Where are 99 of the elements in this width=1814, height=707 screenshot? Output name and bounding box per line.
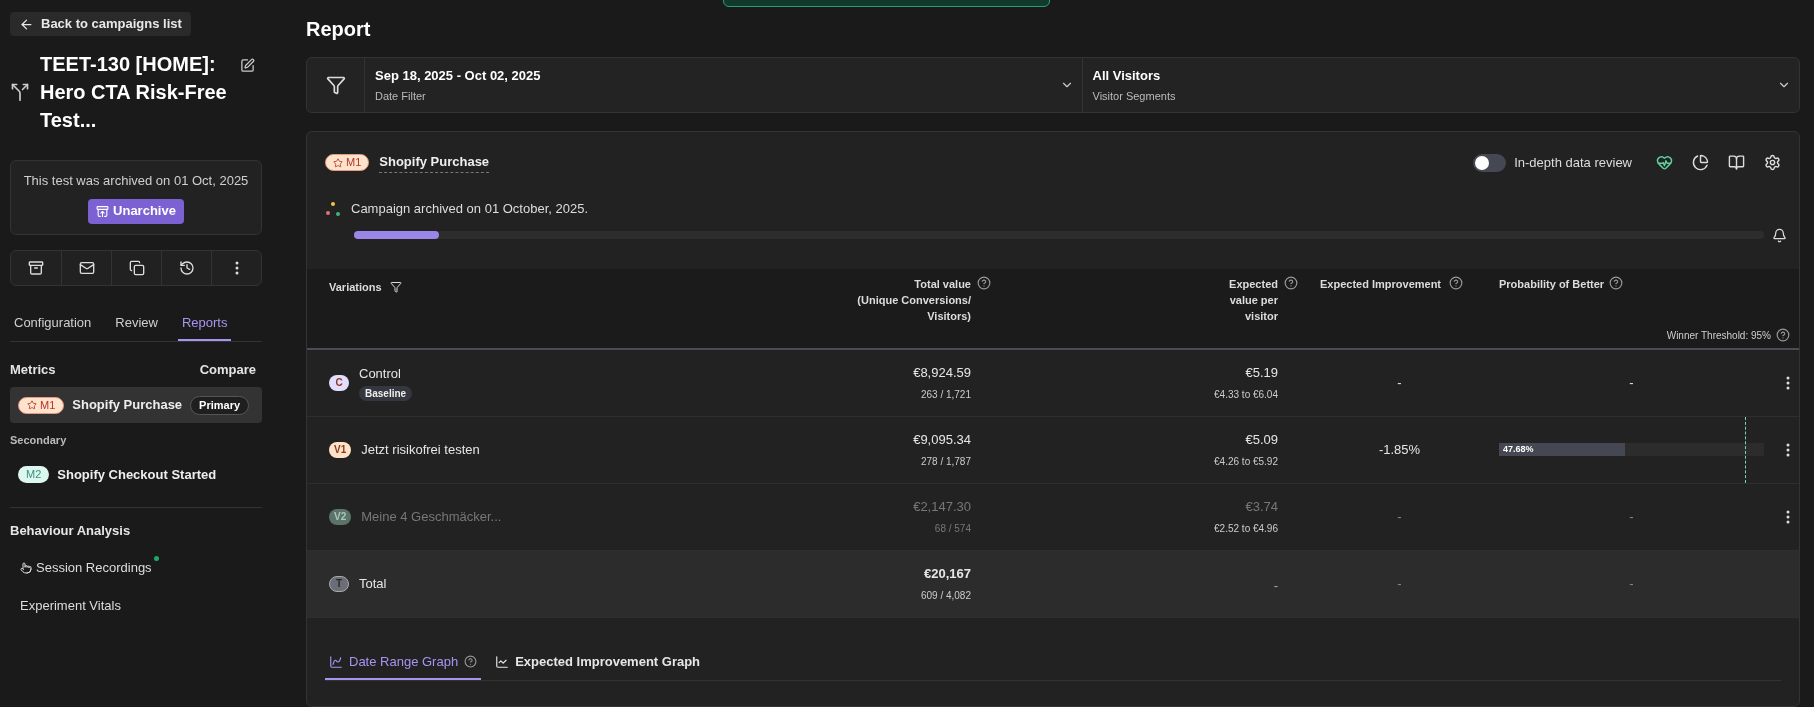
variation-badge: V1 (329, 441, 352, 458)
help-icon[interactable] (1284, 275, 1298, 290)
row-menu-button[interactable] (1785, 509, 1790, 524)
conversion-count: 609 / 4,082 (920, 588, 971, 603)
sidebar-link[interactable]: Experiment Vitals (20, 595, 121, 615)
tab[interactable]: Reports (177, 307, 232, 341)
expected-improvement: - (1397, 373, 1402, 392)
variation-badge: V2 (329, 508, 352, 525)
chart-icon (329, 654, 343, 669)
toggle-switch[interactable] (1473, 153, 1507, 172)
metric-badge: M2 (18, 466, 50, 483)
filter-dropdown[interactable]: Sep 18, 2025 - Oct 02, 2025 Date Filter (365, 58, 1082, 112)
help-icon[interactable] (1449, 275, 1464, 290)
help-icon (464, 655, 478, 668)
probability-fill: 47.68% (1499, 443, 1626, 456)
probability-value: - (1628, 507, 1635, 526)
sidebar-link[interactable]: Session Recordings (20, 558, 152, 578)
star-icon (27, 400, 37, 410)
row-menu-button[interactable] (1785, 442, 1790, 457)
metric-name: Shopify Purchase (379, 152, 490, 173)
secondary-heading: Secondary (10, 433, 67, 448)
unarchive-button[interactable]: Unarchive (88, 198, 184, 224)
metric-item[interactable]: M1 Shopify Purchase Primary (10, 387, 262, 423)
more-icon (1785, 509, 1790, 524)
unarchive-icon (96, 204, 110, 218)
more-icon (1785, 375, 1790, 390)
pie-chart-icon[interactable] (1692, 154, 1709, 171)
conversion-count: 278 / 1,787 (920, 454, 971, 469)
expected-improvement: -1.85% (1378, 440, 1421, 459)
dots-icon (325, 200, 341, 217)
compare-button[interactable]: Compare (199, 359, 256, 379)
page-title: Report (306, 17, 372, 42)
total-value: €2,147.30 (913, 498, 971, 517)
row-menu-button[interactable] (1785, 375, 1790, 390)
column-header: Expected value per visitor (1229, 276, 1278, 324)
pointer-icon (20, 561, 32, 574)
column-header: Expected Improvement (1320, 276, 1442, 292)
archive-notice-text: This test was archived on 01 Oct, 2025 (23, 172, 249, 190)
probability-value: - (1628, 574, 1635, 593)
heart-pulse-icon[interactable] (1656, 154, 1673, 171)
metric-badge: M1 (325, 154, 370, 171)
archive-icon (28, 259, 44, 276)
expected-value: €5.19 (1245, 364, 1278, 383)
bell-icon[interactable] (1772, 227, 1787, 243)
behaviour-heading: Behaviour Analysis (10, 521, 131, 540)
variation-name: Total (359, 574, 387, 593)
filter-dropdown[interactable]: All Visitors Visitor Segments (1081, 58, 1799, 112)
column-header: Probability of Better (1499, 276, 1605, 292)
total-value: €9,095.34 (913, 431, 971, 450)
variation-name: Jetzt risikofrei testen (361, 440, 480, 459)
help-icon[interactable] (977, 275, 991, 290)
baseline-badge: Baseline (359, 385, 413, 401)
copy-icon (128, 259, 145, 276)
value-range: €4.26 to €5.92 (1214, 454, 1278, 469)
expected-improvement: - (1397, 507, 1402, 526)
conversion-count: 263 / 1,721 (920, 387, 971, 402)
total-value: €20,167 (924, 565, 971, 584)
help-icon[interactable] (1609, 275, 1624, 290)
metrics-heading: Metrics (10, 360, 56, 379)
mail-icon (78, 259, 95, 276)
variation-badge: T (329, 575, 349, 592)
campaign-title: TEET-130 [HOME]: Hero CTA Risk-Free Test... (40, 52, 228, 133)
status-message: Campaign archived on 01 October, 2025. (351, 200, 589, 218)
expected-value: €5.09 (1245, 431, 1278, 450)
tab[interactable]: Configuration (10, 307, 96, 341)
expected-value: - (1273, 576, 1278, 595)
split-icon (10, 82, 30, 102)
column-header: Total value (Unique Conversions/ Visitors) (857, 276, 971, 324)
value-range: €4.33 to €6.04 (1214, 387, 1278, 402)
more-icon (234, 260, 239, 275)
variation-badge: C (329, 374, 349, 391)
variation-name: Meine 4 Geschmäcker... (361, 507, 502, 526)
chart-icon (495, 654, 510, 669)
total-value: €8,924.59 (913, 364, 971, 383)
help-icon[interactable] (1776, 328, 1790, 342)
expected-value: €3.74 (1245, 498, 1278, 517)
filter-icon[interactable] (325, 75, 346, 95)
back-button[interactable]: Back to campaigns list (10, 12, 191, 36)
metric-badge: M1 (18, 396, 65, 414)
graph-tab[interactable]: Expected Improvement Graph (491, 645, 705, 680)
toggle-label: In-depth data review (1514, 153, 1632, 172)
star-icon (333, 157, 343, 168)
probability-value: - (1628, 373, 1635, 392)
more-icon (1785, 442, 1790, 457)
winner-threshold: Winner Threshold: 95% (1666, 328, 1771, 343)
book-icon[interactable] (1728, 154, 1745, 171)
column-header: Variations (329, 279, 382, 295)
filter-icon[interactable] (389, 280, 402, 293)
graph-tab[interactable]: Date Range Graph (325, 645, 482, 680)
settings-icon[interactable] (1764, 154, 1781, 171)
edit-icon[interactable] (240, 58, 255, 73)
value-range: €2.52 to €4.96 (1214, 521, 1278, 536)
conversion-count: 68 / 574 (934, 521, 971, 536)
history-icon (178, 259, 195, 276)
tab[interactable]: Review (111, 307, 162, 341)
expected-improvement: - (1397, 574, 1402, 593)
metric-item[interactable]: M2 Shopify Checkout Started (10, 456, 262, 493)
primary-badge: Primary (190, 395, 250, 415)
variation-name: Control (359, 365, 401, 384)
